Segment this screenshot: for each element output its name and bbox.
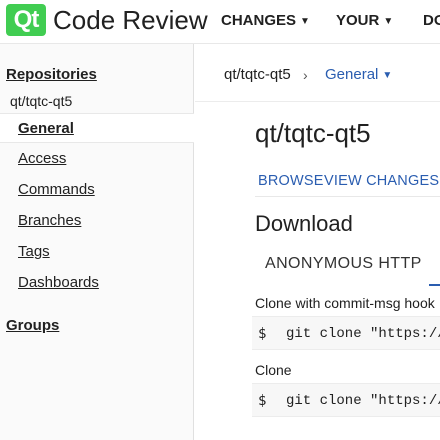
nav-documentation-label: DO: [423, 12, 440, 29]
breadcrumb-view-dropdown[interactable]: General ▼: [325, 66, 392, 86]
chevron-down-icon: ▼: [382, 70, 393, 81]
sidebar-item-branches[interactable]: Branches: [18, 212, 81, 230]
view-changes-link[interactable]: VIEW CHANGES: [324, 172, 439, 190]
page-title: qt/tqtc-qt5: [255, 118, 371, 148]
prompt-symbol: $: [258, 326, 267, 342]
command-text[interactable]: git clone "https://: [286, 325, 440, 343]
tab-anonymous-http[interactable]: ANONYMOUS HTTP: [265, 254, 422, 274]
chevron-down-icon: ▼: [383, 16, 394, 27]
brand-title[interactable]: Code Review: [53, 3, 208, 37]
download-title: Download: [255, 211, 353, 236]
sidebar-groups-link[interactable]: Groups: [6, 317, 59, 335]
sidebar-repositories-link[interactable]: Repositories: [6, 66, 97, 84]
tab-underline: [429, 284, 440, 286]
top-header: Qt Code Review CHANGES ▼ YOUR ▼ DO: [0, 0, 440, 44]
divider: [255, 196, 440, 197]
breadcrumb-current: General: [325, 66, 379, 83]
sidebar-item-tags[interactable]: Tags: [18, 243, 50, 261]
sidebar: Repositories qt/tqtc-qt5 General Access …: [0, 44, 194, 440]
nav-your-label: YOUR: [336, 12, 380, 29]
qt-logo[interactable]: Qt: [6, 4, 46, 36]
breadcrumb: qt/tqtc-qt5 › General ▼: [195, 44, 440, 102]
main-content: qt/tqtc-qt5 › General ▼ qt/tqtc-qt5 BROWS…: [195, 44, 440, 440]
clone-label: Clone: [255, 362, 292, 378]
nav-documentation-menu[interactable]: DO: [423, 12, 440, 30]
sidebar-item-dashboards[interactable]: Dashboards: [18, 274, 99, 292]
prompt-symbol: $: [258, 393, 267, 409]
chevron-down-icon: ▼: [300, 16, 310, 27]
chevron-right-icon: ›: [303, 67, 308, 83]
sidebar-repo-name: qt/tqtc-qt5: [10, 93, 73, 109]
nav-changes-label: CHANGES: [221, 12, 297, 29]
breadcrumb-repo[interactable]: qt/tqtc-qt5: [224, 66, 291, 84]
nav-changes-menu[interactable]: CHANGES ▼: [221, 12, 310, 32]
browse-link[interactable]: BROWSE: [258, 172, 324, 190]
sidebar-item-general[interactable]: General: [0, 113, 194, 143]
command-text[interactable]: git clone "https://: [286, 392, 440, 410]
clone-hook-command[interactable]: $ git clone "https://: [252, 316, 440, 350]
clone-command[interactable]: $ git clone "https://: [252, 383, 440, 417]
clone-hook-label: Clone with commit-msg hook: [255, 295, 435, 311]
sidebar-item-commands[interactable]: Commands: [18, 181, 95, 199]
sidebar-item-access[interactable]: Access: [18, 150, 66, 168]
nav-your-menu[interactable]: YOUR ▼: [336, 12, 393, 32]
